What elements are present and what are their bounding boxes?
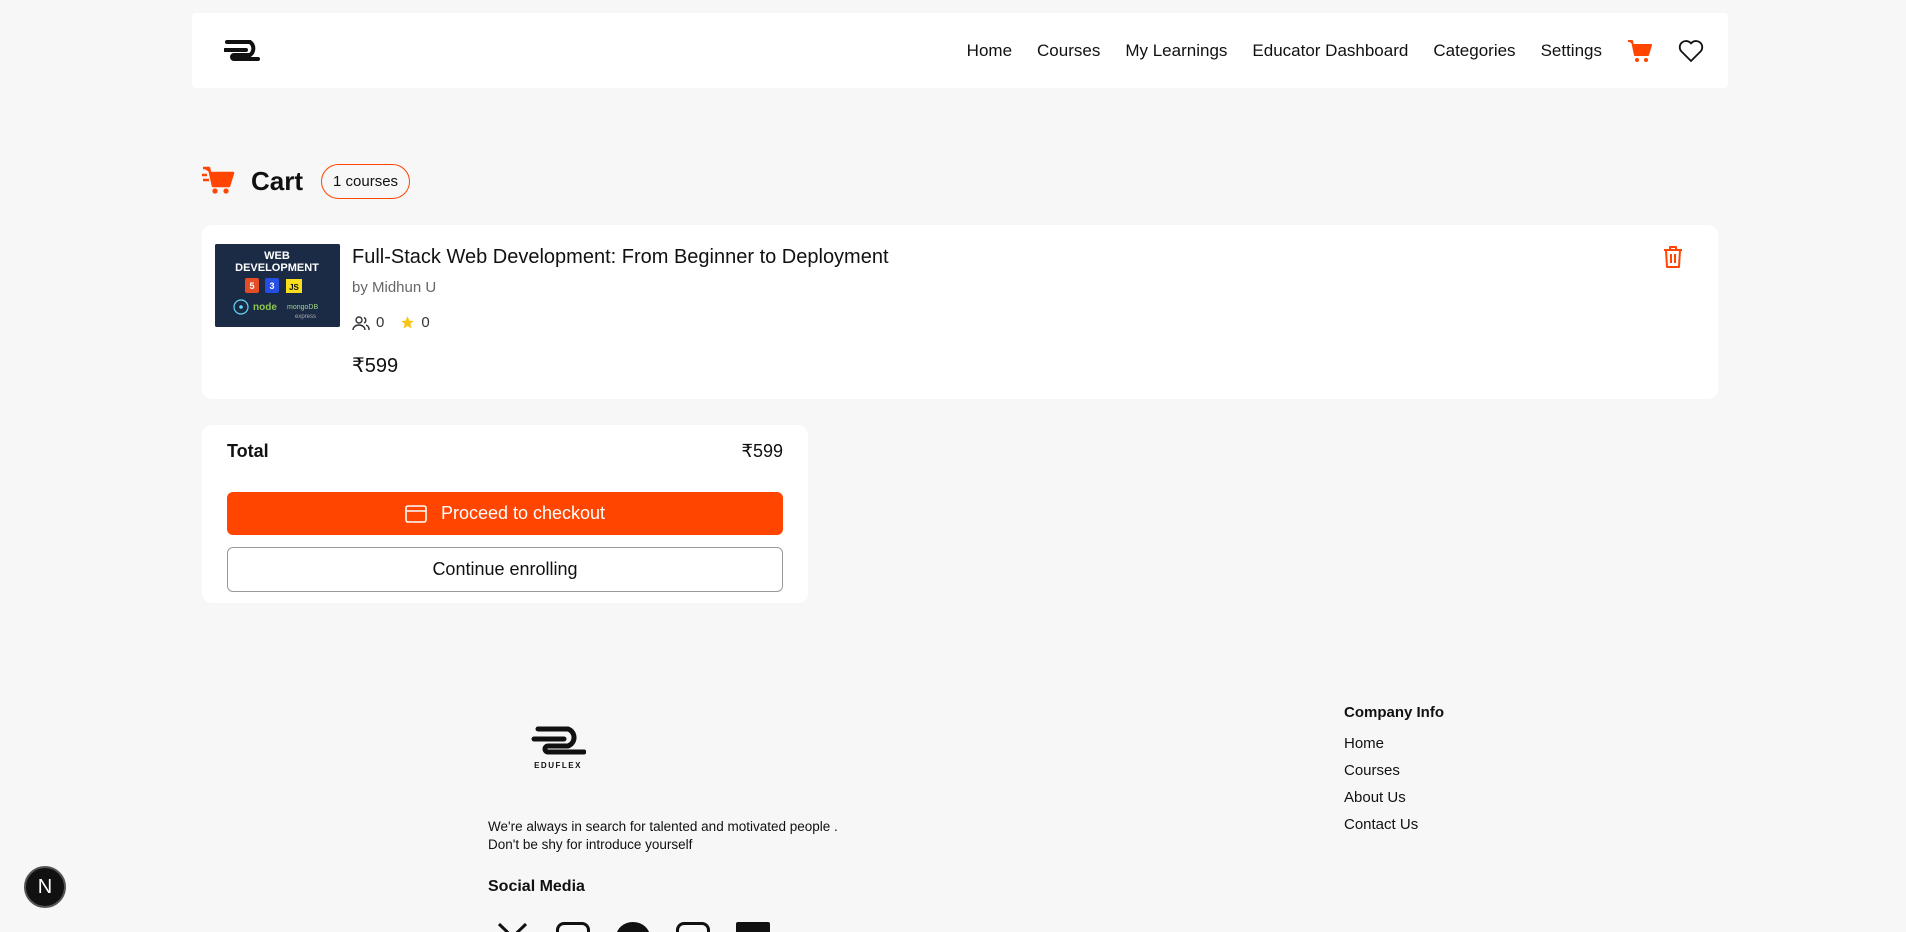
- footer-logo[interactable]: EDUFLEX: [530, 725, 587, 776]
- nav-categories[interactable]: Categories: [1433, 41, 1515, 61]
- footer-link-home[interactable]: Home: [1344, 735, 1444, 752]
- svg-text:DEVELOPMENT: DEVELOPMENT: [235, 262, 319, 274]
- company-info: Company Info Home Courses About Us Conta…: [1344, 704, 1444, 843]
- logo-icon: [224, 39, 260, 61]
- credit-card-icon: [405, 504, 427, 523]
- course-thumbnail[interactable]: WEB DEVELOPMENT 5 3 JS node mongoDB expr…: [215, 244, 340, 327]
- total-label: Total: [227, 441, 269, 461]
- facebook-icon[interactable]: [616, 922, 650, 932]
- continue-enrolling-button[interactable]: Continue enrolling: [227, 547, 783, 592]
- star-icon: [401, 316, 415, 329]
- students-count: 0: [376, 314, 385, 331]
- svg-text:WEB: WEB: [264, 250, 290, 262]
- heart-icon[interactable]: [1678, 39, 1704, 63]
- trash-icon[interactable]: [1662, 245, 1684, 274]
- cart-title: Cart: [251, 166, 304, 196]
- svg-text:5: 5: [249, 281, 254, 291]
- linkedin-icon[interactable]: [736, 922, 770, 932]
- students-stat: 0: [352, 314, 384, 331]
- nav-educator-dashboard[interactable]: Educator Dashboard: [1252, 41, 1408, 61]
- logo[interactable]: [224, 39, 260, 63]
- total-value: ₹599: [741, 441, 783, 461]
- svg-text:node: node: [253, 302, 277, 313]
- course-count-badge: 1 courses: [321, 164, 411, 199]
- order-summary: Total ₹599 Proceed to checkout Continue …: [202, 425, 808, 603]
- course-author: by Midhun U: [352, 279, 437, 296]
- svg-text:3: 3: [269, 281, 274, 291]
- course-stats: 0 0: [352, 314, 889, 331]
- top-navbar: Home Courses My Learnings Educator Dashb…: [192, 13, 1728, 88]
- course-info: Full-Stack Web Development: From Beginne…: [352, 246, 889, 378]
- youtube-icon[interactable]: [676, 922, 710, 932]
- proceed-to-checkout-button[interactable]: Proceed to checkout: [227, 492, 783, 535]
- checkout-label: Proceed to checkout: [440, 503, 606, 523]
- footer-link-courses[interactable]: Courses: [1344, 762, 1444, 779]
- social-icons: [496, 922, 770, 932]
- tagline-line-1: We're always in search for talented and …: [488, 819, 838, 834]
- company-info-title: Company Info: [1344, 704, 1444, 721]
- svg-text:mongoDB: mongoDB: [287, 304, 318, 311]
- cart-heading: Cart 1 courses: [201, 162, 411, 201]
- svg-text:express: express: [295, 314, 316, 320]
- footer-link-contact-us[interactable]: Contact Us: [1344, 816, 1444, 833]
- dev-tools-badge[interactable]: N: [24, 866, 66, 908]
- x-twitter-icon[interactable]: [496, 922, 530, 932]
- footer-link-about-us[interactable]: About Us: [1344, 789, 1444, 806]
- tagline-line-2: Don't be shy for introduce yourself: [488, 837, 693, 852]
- rating-stat: 0: [400, 314, 430, 331]
- course-title[interactable]: Full-Stack Web Development: From Beginne…: [352, 246, 889, 269]
- total-row: Total ₹599: [227, 441, 783, 462]
- nav-links: Home Courses My Learnings Educator Dashb…: [967, 39, 1704, 63]
- cart-icon: [201, 162, 235, 201]
- footer-tagline: We're always in search for talented and …: [488, 818, 838, 854]
- cart-icon[interactable]: [1627, 39, 1653, 63]
- brand-text: EDUFLEX: [534, 761, 582, 770]
- nav-my-learnings[interactable]: My Learnings: [1125, 41, 1227, 61]
- instagram-icon[interactable]: [556, 922, 590, 932]
- course-price: ₹599: [352, 355, 399, 377]
- social-media-title: Social Media: [488, 878, 585, 895]
- rating-value: 0: [421, 314, 430, 331]
- svg-text:JS: JS: [289, 283, 299, 292]
- nav-settings[interactable]: Settings: [1541, 41, 1602, 61]
- nav-courses[interactable]: Courses: [1037, 41, 1100, 61]
- users-icon: [352, 315, 370, 330]
- cart-item: WEB DEVELOPMENT 5 3 JS node mongoDB expr…: [202, 225, 1718, 399]
- nav-home[interactable]: Home: [967, 41, 1012, 61]
